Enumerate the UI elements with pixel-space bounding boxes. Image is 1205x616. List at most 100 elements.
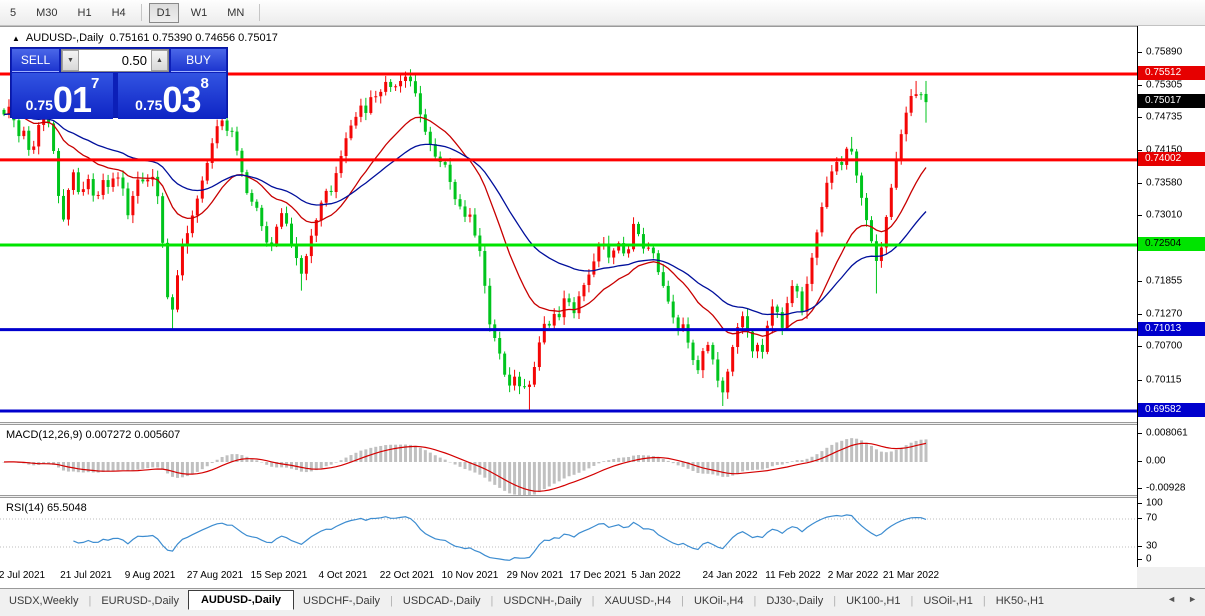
toolbar-separator (140, 4, 142, 21)
price-tick-label: 0.71855 (1146, 275, 1183, 287)
axis-tick-mark (1138, 503, 1142, 504)
volume-increase-button[interactable]: ▲ (151, 50, 168, 71)
axis-tick-mark (1138, 379, 1142, 381)
chart-tab-eurusd-daily[interactable]: EURUSD-,Daily (92, 592, 188, 610)
timeframe-button-d1[interactable]: D1 (148, 2, 179, 23)
chart-tab-audusd-daily[interactable]: AUDUSD-,Daily (187, 590, 295, 610)
chart-title: AUDUSD-,Daily 0.75161 0.75390 0.74656 0.… (25, 32, 278, 44)
volume-input[interactable] (79, 50, 151, 71)
price-axis[interactable]: 0.75890 0.75305 0.74735 0.74150 0.73580 0.730… (1137, 26, 1205, 567)
price-badge-0.74002: 0.74002 (1138, 151, 1205, 166)
axis-tick-mark (1138, 518, 1142, 519)
date-label: 9 Aug 2021 (124, 570, 176, 581)
chart-tab-hk50-h1[interactable]: HK50-,H1 (987, 592, 1053, 610)
rsi-label: RSI(14) 65.5048 (6, 502, 87, 514)
timeframe-button-h4[interactable]: H4 (104, 3, 134, 23)
indicator-tick-label: 0 (1146, 553, 1152, 565)
rsi-line (73, 514, 927, 561)
macd-label: MACD(12,26,9) 0.007272 0.005607 (6, 429, 181, 441)
axis-tick-mark (1138, 488, 1142, 489)
axis-tick-mark (1138, 117, 1142, 119)
date-label: 17 Dec 2021 (569, 570, 627, 581)
chart-tab-uk100-h1[interactable]: UK100-,H1 (837, 592, 909, 610)
indicator-tick-label: 0.00 (1146, 455, 1166, 467)
price-badge-0.71013: 0.71013 (1138, 321, 1205, 336)
indicator-tick-label: 100 (1146, 497, 1163, 509)
macd-panel[interactable]: MACD(12,26,9) 0.007272 0.005607 (0, 424, 1137, 496)
indicator-tick-label: 70 (1146, 512, 1158, 524)
indicator-tick-label: 0.008061 (1146, 427, 1188, 439)
chart-tab-usoil-h1[interactable]: USOil-,H1 (914, 592, 982, 610)
date-label: 10 Nov 2021 (441, 570, 499, 581)
price-badge-0.69582: 0.69582 (1138, 403, 1205, 417)
mt4-window: 5 M30 H1 H4 D1 W1 MN ▲ AUDUSD-,Daily 0.75161 0… (0, 0, 1205, 616)
bottom-strip (0, 612, 1205, 616)
chart-tab-usdcad-daily[interactable]: USDCAD-,Daily (394, 592, 490, 610)
trade-controls-row: SELL ▼ ▲ BUY (11, 48, 227, 72)
date-label: 11 Feb 2022 (765, 570, 821, 581)
date-label: 4 Oct 2021 (318, 570, 368, 581)
date-label: 15 Sep 2021 (250, 570, 308, 581)
sell-button[interactable]: SELL (12, 49, 59, 72)
volume-stepper: ▼ ▲ (61, 49, 169, 72)
buy-quote[interactable]: 0.75 03 8 (118, 73, 226, 119)
axis-tick-mark (1138, 51, 1142, 53)
time-axis[interactable]: 2 Jul 2021 21 Jul 2021 9 Aug 2021 27 Aug 20… (0, 567, 1137, 588)
date-label: 22 Oct 2021 (379, 570, 435, 581)
chart-tab-dj30-daily[interactable]: DJ30-,Daily (757, 592, 832, 610)
price-tick-label: 0.70115 (1146, 374, 1182, 386)
price-tick-label: 0.70700 (1146, 340, 1183, 352)
axis-tick-mark (1138, 461, 1142, 462)
one-click-trading-panel: SELL ▼ ▲ BUY 0.75 01 7 0.75 03 8 (10, 47, 228, 119)
timeframe-button-m30[interactable]: M30 (28, 3, 65, 23)
collapse-arrow-icon[interactable]: ▲ (12, 34, 20, 43)
price-tick-label: 0.75305 (1146, 79, 1183, 91)
price-tick-label: 0.71270 (1146, 308, 1183, 320)
tab-scroll-arrows: ◄ ► (1167, 594, 1197, 604)
candles (2, 69, 928, 411)
chart-tab-usdx-weekly[interactable]: USDX,Weekly (0, 592, 87, 610)
axis-tick-mark (1138, 546, 1142, 547)
chart-tab-ukoil-h4[interactable]: UKOil-,H4 (685, 592, 753, 610)
axis-tick-mark (1138, 346, 1142, 348)
rsi-chart (0, 514, 1137, 561)
price-badge-0.75017: 0.75017 (1138, 94, 1205, 109)
axis-tick-mark (1138, 182, 1142, 184)
indicator-tick-label: -0.00928 (1146, 482, 1186, 494)
chart-tab-bar: USDX,Weekly | EURUSD-,Daily AUDUSD-,Daily US… (0, 588, 1205, 613)
indicator-tick-label: 30 (1146, 540, 1158, 552)
date-label: 27 Aug 2021 (186, 570, 244, 581)
date-label: 21 Jul 2021 (60, 570, 112, 581)
axis-tick-mark (1138, 215, 1142, 217)
timeframe-button-mn[interactable]: MN (219, 3, 252, 23)
tab-scroll-left-icon[interactable]: ◄ (1167, 594, 1176, 604)
axis-tick-mark (1138, 84, 1142, 86)
tab-list: USDX,Weekly | EURUSD-,Daily AUDUSD-,Daily US… (0, 590, 1053, 610)
toolbar-separator (259, 4, 261, 21)
axis-tick-mark (1138, 559, 1142, 560)
chart-tab-xauusd-h4[interactable]: XAUUSD-,H4 (595, 592, 680, 610)
volume-decrease-button[interactable]: ▼ (62, 50, 79, 71)
sell-quote-big: 01 (52, 79, 92, 120)
price-tick-label: 0.74735 (1146, 111, 1183, 123)
buy-quote-prefix: 0.75 (135, 97, 163, 113)
rsi-panel[interactable]: RSI(14) 65.5048 (0, 497, 1137, 569)
chart-header: ▲ AUDUSD-,Daily 0.75161 0.75390 0.74656 … (12, 32, 278, 44)
price-tick-label: 0.73580 (1146, 177, 1183, 189)
price-tick-label: 0.75890 (1146, 46, 1183, 58)
timeframe-button-5[interactable]: 5 (2, 3, 24, 23)
date-label: 24 Jan 2022 (702, 570, 758, 581)
sell-quote[interactable]: 0.75 01 7 (12, 73, 113, 119)
timeframe-button-w1[interactable]: W1 (183, 3, 216, 23)
price-badge-0.75512: 0.75512 (1138, 66, 1205, 80)
tab-scroll-right-icon[interactable]: ► (1188, 594, 1197, 604)
timeframe-button-h1[interactable]: H1 (70, 3, 100, 23)
chart-tab-usdchf-daily[interactable]: USDCHF-,Daily (294, 592, 389, 610)
buy-button[interactable]: BUY (171, 49, 226, 72)
chart-tab-usdcnh-daily[interactable]: USDCNH-,Daily (494, 592, 590, 610)
axis-tick-mark (1138, 280, 1142, 282)
date-label: 5 Jan 2022 (631, 570, 681, 581)
price-tick-label: 0.73010 (1146, 209, 1183, 221)
axis-tick-mark (1138, 433, 1142, 434)
axis-tick-mark (1138, 314, 1142, 316)
